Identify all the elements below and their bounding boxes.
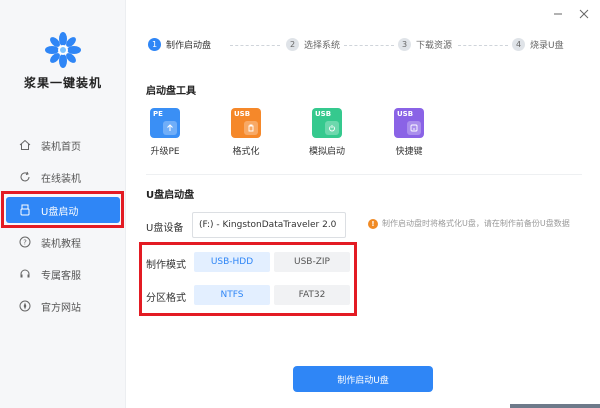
sidebar-item-label: 装机首页 (41, 141, 81, 153)
tool-label: 模拟启动 (308, 147, 345, 157)
format-warning: ! 制作启动盘时将格式化U盘，请在制作前备份U盘数据 (368, 218, 570, 229)
step-label: 选择系统 (304, 41, 341, 51)
tool-badge-text: PE (153, 110, 163, 118)
step-number: 3 (398, 38, 411, 51)
step-2: 2 选择系统 (286, 38, 340, 51)
sidebar-item-tutorial[interactable]: ? 装机教程 (6, 229, 120, 255)
svg-text:?: ? (23, 239, 27, 247)
tool-badge-text: USB (234, 110, 251, 118)
format-icon: USB (231, 108, 261, 138)
sidebar-item-home[interactable]: 装机首页 (6, 132, 120, 158)
step-label: 烧录U盘 (530, 41, 564, 51)
tool-label: 格式化 (232, 147, 260, 157)
power-icon (325, 121, 339, 135)
step-connector (230, 45, 280, 46)
tool-simulate-boot[interactable]: USB 模拟启动 (297, 108, 357, 157)
tool-upgrade-pe[interactable]: PE 升级PE (135, 108, 195, 157)
compass-icon (18, 299, 32, 313)
device-label: U盘设备 (146, 223, 184, 234)
arrow-up-icon (163, 121, 177, 135)
partition-option-fat32[interactable]: FAT32 (274, 285, 350, 305)
simulate-boot-icon: USB (312, 108, 342, 138)
tool-format[interactable]: USB 格式化 (216, 108, 276, 157)
warning-text: 制作启动盘时将格式化U盘，请在制作前备份U盘数据 (382, 219, 570, 228)
step-number: 4 (512, 38, 525, 51)
close-button[interactable] (576, 6, 592, 22)
step-label: 下载资源 (416, 41, 453, 51)
keyboard-icon (407, 121, 421, 135)
headset-icon (18, 267, 32, 281)
tool-badge-text: USB (315, 110, 332, 118)
minimize-icon (554, 13, 562, 15)
sidebar-item-online-install[interactable]: 在线装机 (6, 164, 120, 190)
usb-icon (18, 203, 32, 217)
step-number: 1 (148, 38, 161, 51)
berry-logo-icon (45, 32, 81, 68)
mode-option-usb-zip[interactable]: USB-ZIP (274, 252, 350, 272)
step-3: 3 下载资源 (398, 38, 452, 51)
warning-icon: ! (368, 218, 378, 229)
sidebar-item-label: 装机教程 (41, 238, 81, 250)
mode-label: 制作模式 (146, 260, 186, 271)
step-4: 4 烧录U盘 (512, 38, 564, 51)
refresh-icon (18, 170, 32, 184)
upgrade-pe-icon: PE (150, 108, 180, 138)
trash-icon (244, 121, 258, 135)
minimize-button[interactable] (550, 6, 566, 22)
sidebar-item-support[interactable]: 专属客服 (6, 261, 120, 287)
close-icon (579, 9, 589, 19)
home-icon (18, 138, 32, 152)
step-connector (344, 45, 394, 46)
sidebar-item-usb-boot[interactable]: U盘启动 (6, 197, 120, 223)
step-1: 1 制作启动盘 (148, 38, 211, 51)
sidebar-item-label: 专属客服 (41, 270, 81, 282)
sidebar-item-website[interactable]: 官方网站 (6, 293, 120, 319)
tool-badge-text: USB (397, 110, 414, 118)
step-number: 2 (286, 38, 299, 51)
sidebar-item-label: 在线装机 (41, 173, 81, 185)
taskbar-edge (510, 404, 600, 408)
shortcut-key-icon: USB (394, 108, 424, 138)
brand-name: 浆果一键装机 (23, 76, 102, 90)
tool-label: 升级PE (150, 147, 180, 157)
make-boot-usb-button[interactable]: 制作启动U盘 (293, 366, 433, 392)
section-divider (146, 174, 582, 175)
step-label: 制作启动盘 (166, 41, 212, 51)
tool-label: 快捷键 (395, 147, 423, 157)
sidebar-item-label: 官方网站 (41, 302, 81, 314)
tools-section-title: 启动盘工具 (146, 86, 196, 97)
partition-label: 分区格式 (146, 293, 186, 304)
sidebar-item-label: U盘启动 (41, 206, 79, 218)
sidebar: 浆果一键装机 装机首页 在线装机 U盘启动 ? 装机教程 专属客服 官方网站 (0, 0, 126, 408)
progress-steps: 1 制作启动盘 2 选择系统 3 下载资源 4 烧录U盘 (146, 36, 586, 56)
device-select[interactable]: (F:) - KingstonDataTraveler 2.0 (192, 212, 346, 238)
help-icon: ? (18, 235, 32, 249)
step-connector (458, 45, 508, 46)
partition-option-ntfs[interactable]: NTFS (194, 285, 270, 305)
usb-section-title: U盘启动盘 (146, 190, 195, 201)
tool-shortcut-key[interactable]: USB 快捷键 (379, 108, 439, 157)
mode-option-usb-hdd[interactable]: USB-HDD (194, 252, 270, 272)
